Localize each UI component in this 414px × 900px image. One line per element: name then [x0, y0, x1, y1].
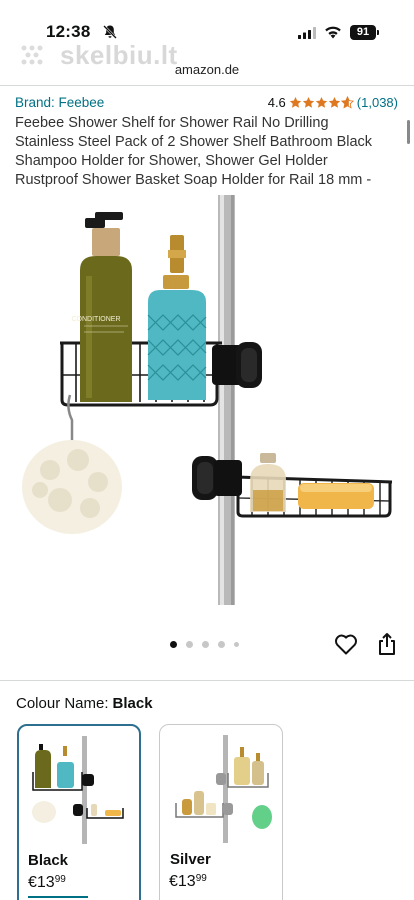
battery-indicator: 91 — [350, 25, 376, 40]
swatch-underline — [28, 896, 88, 898]
pagination-dot[interactable] — [202, 641, 209, 648]
star-full-icon — [328, 96, 340, 108]
heart-icon[interactable] — [334, 633, 358, 655]
product-title: Feebee Shower Shelf for Shower Rail No D… — [15, 115, 373, 188]
pagination-dot[interactable] — [218, 641, 225, 648]
rating-count-link[interactable]: (1,038) — [357, 95, 398, 110]
browser-url[interactable]: amazon.de — [0, 62, 414, 77]
price-main: €13 — [28, 874, 55, 891]
star-full-icon — [289, 96, 301, 108]
battery-tip — [377, 30, 379, 35]
price-cents: 99 — [195, 873, 207, 884]
swatch-image-black — [32, 736, 124, 844]
share-icon[interactable] — [377, 632, 397, 656]
pagination-dot[interactable] — [170, 641, 177, 648]
status-bar: 12:38 91 skelbiu.lt amazon.de — [0, 0, 414, 77]
status-time: 12:38 — [46, 22, 91, 41]
signal-icon — [298, 27, 316, 39]
brand-link[interactable]: Brand: Feebee — [15, 95, 104, 110]
colour-option-black[interactable]: Black €1399 — [17, 724, 141, 900]
product-image[interactable]: CONDITIONER — [0, 190, 414, 610]
price-cents: 99 — [54, 874, 66, 885]
colour-label: Colour Name: Black — [16, 695, 153, 712]
swatch-name: Silver — [170, 851, 211, 868]
rating-value: 4.6 — [267, 95, 286, 110]
colour-label-text: Colour Name: — [16, 695, 109, 712]
star-full-icon — [302, 96, 314, 108]
star-half-icon — [340, 96, 354, 109]
pagination-dot[interactable] — [186, 641, 193, 648]
colour-option-silver[interactable]: Silver €1399 — [159, 724, 283, 900]
wifi-icon — [325, 26, 341, 39]
swatch-name: Black — [28, 852, 69, 869]
scroll-indicator — [407, 120, 410, 144]
price-main: €13 — [169, 873, 196, 890]
bell-muted-icon — [103, 25, 117, 39]
divider — [0, 680, 414, 681]
rating-summary[interactable]: 4.6 (1,038) — [268, 95, 398, 110]
rating-stars — [289, 96, 354, 109]
divider — [0, 85, 414, 86]
image-pagination[interactable] — [170, 641, 239, 648]
swatch-image-silver — [175, 735, 272, 843]
colour-selected-value: Black — [112, 695, 153, 712]
pagination-dot[interactable] — [234, 642, 239, 647]
star-full-icon — [315, 96, 327, 108]
bottle-label-text: CONDITIONER — [72, 316, 121, 323]
swatch-price: €1399 — [169, 873, 207, 891]
swatch-price: €1399 — [28, 874, 66, 892]
